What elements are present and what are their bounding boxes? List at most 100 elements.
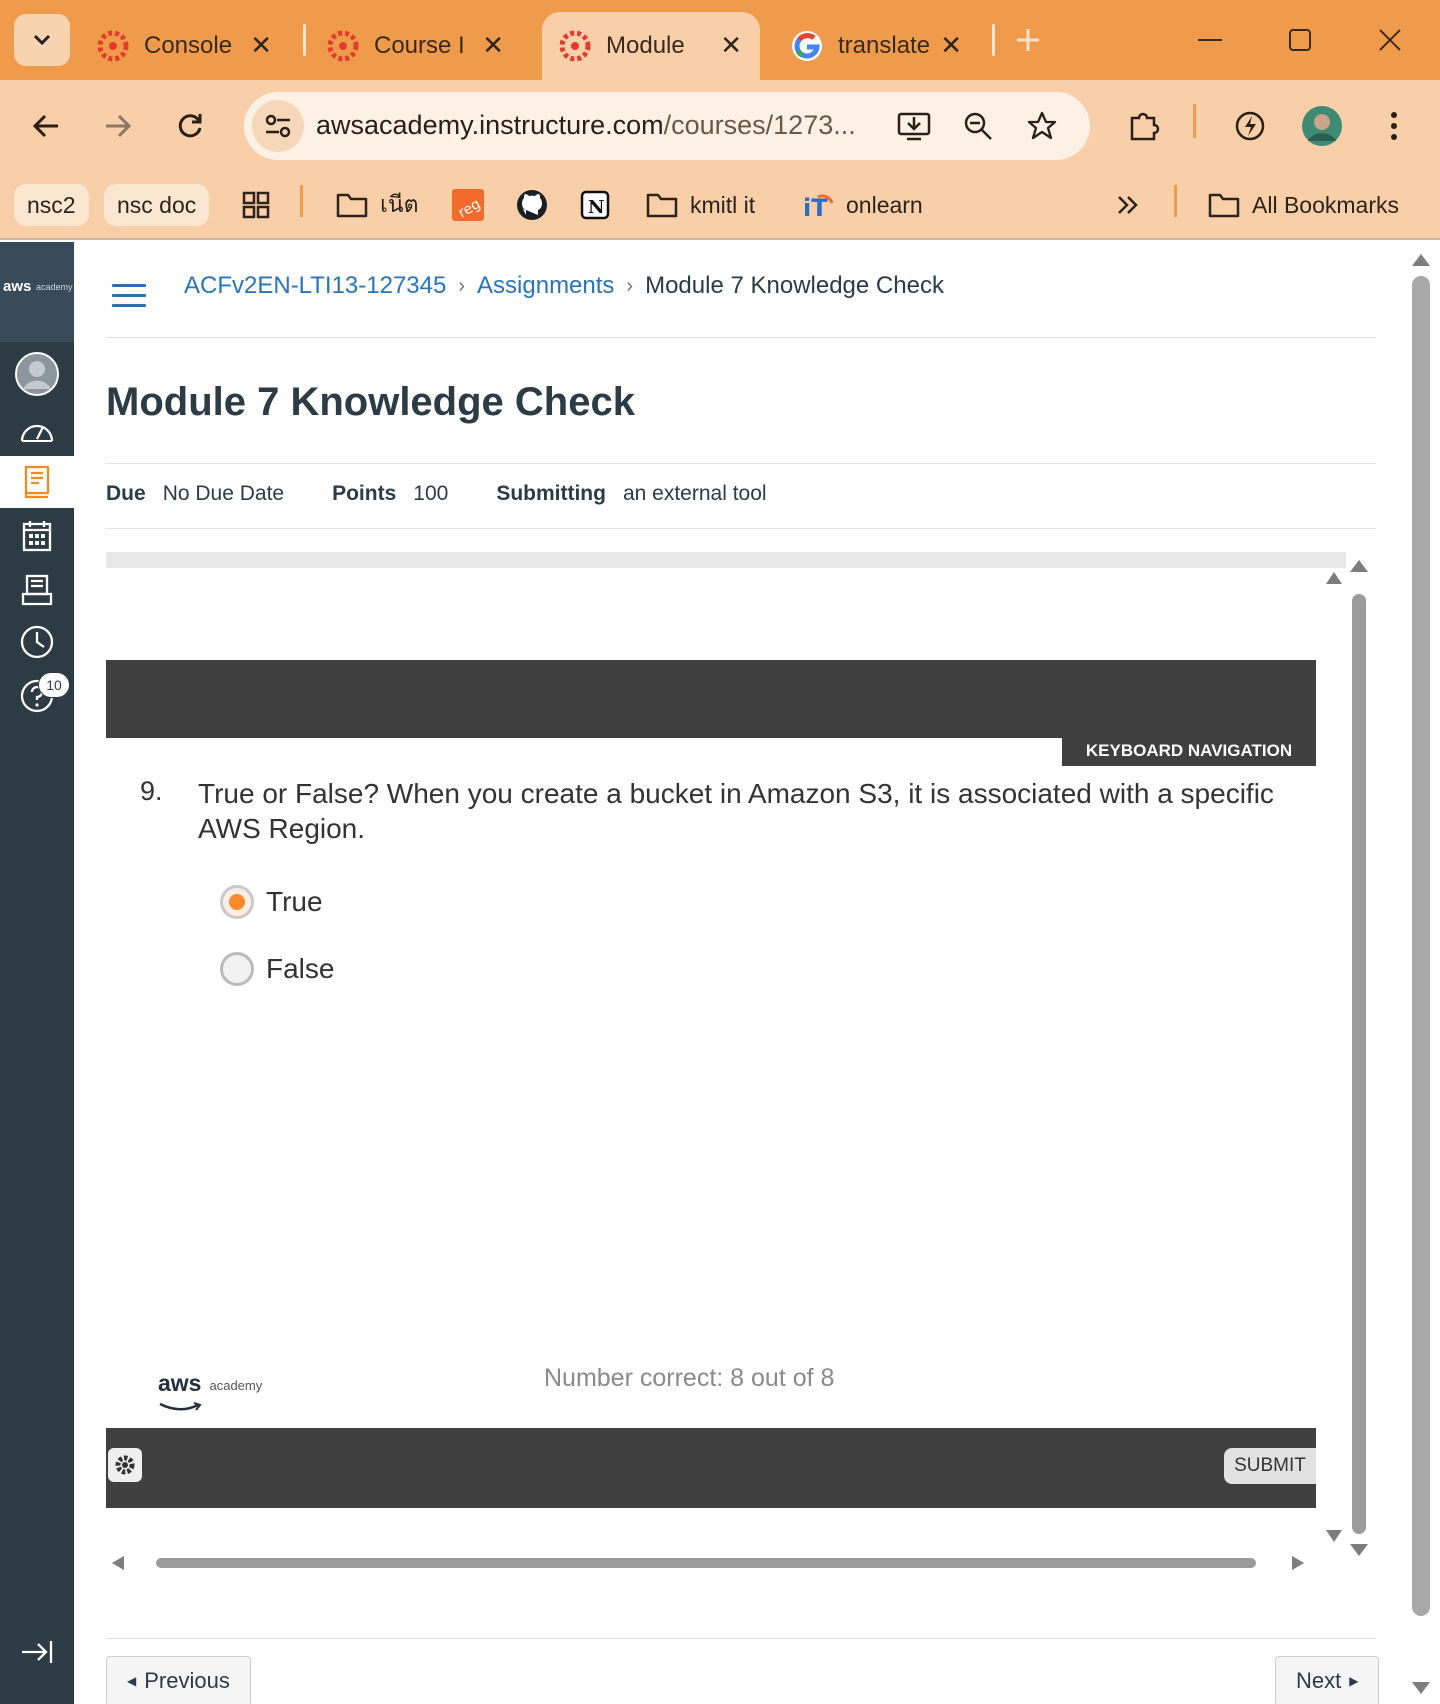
- close-icon[interactable]: ✕: [720, 32, 742, 58]
- question-text: True or False? When you create a bucket …: [198, 778, 1274, 844]
- site-info-button[interactable]: [252, 100, 304, 152]
- zoom-button[interactable]: [958, 106, 998, 146]
- arrow-left-icon: [32, 114, 58, 138]
- scroll-right-arrow-icon[interactable]: [1292, 1556, 1304, 1570]
- footer-aws-text: aws: [158, 1370, 202, 1396]
- bookmark-notion[interactable]: N: [580, 184, 622, 226]
- answer-option-false[interactable]: False: [220, 949, 334, 989]
- bookmark-star-button[interactable]: [1022, 106, 1062, 146]
- caret-right-icon: ▶: [1349, 1674, 1359, 1688]
- more-bookmarks-button[interactable]: [1116, 184, 1152, 226]
- nav-collapse[interactable]: [0, 1626, 74, 1678]
- tab-console[interactable]: Console ✕: [80, 12, 290, 80]
- close-icon[interactable]: ✕: [940, 32, 962, 58]
- horizontal-scrollbar-thumb[interactable]: [156, 1558, 1256, 1568]
- tab-module[interactable]: Module ✕: [542, 12, 760, 80]
- chevron-down-icon: [33, 34, 51, 46]
- scroll-up-arrow-icon[interactable]: [1412, 254, 1430, 266]
- tab-course[interactable]: Course I ✕: [310, 12, 522, 80]
- url-host: awsacademy.instructure.com: [316, 110, 664, 140]
- scroll-left-arrow-icon[interactable]: [112, 1556, 124, 1570]
- reload-button[interactable]: [166, 102, 214, 150]
- tab-search-button[interactable]: [14, 14, 70, 66]
- close-icon[interactable]: ✕: [482, 32, 504, 58]
- next-button[interactable]: Next ▶: [1275, 1656, 1380, 1704]
- extensions-button[interactable]: [1120, 102, 1168, 150]
- new-tab-button[interactable]: [1008, 20, 1048, 60]
- tab-title: translate: [838, 32, 931, 59]
- inbox-icon: [21, 574, 53, 606]
- radio-unselected[interactable]: [220, 952, 254, 986]
- avatar: [1302, 106, 1342, 146]
- nav-account[interactable]: [0, 348, 74, 400]
- frame-scrollbar-thumb[interactable]: [1352, 594, 1366, 1534]
- tab-title: Course I: [374, 32, 465, 59]
- address-bar[interactable]: awsacademy.instructure.com/courses/1273.…: [244, 92, 1090, 160]
- install-icon: [897, 112, 931, 141]
- points-label: Points: [332, 482, 397, 505]
- previous-button[interactable]: ◀ Previous: [106, 1656, 251, 1704]
- more-vert-icon: [1391, 112, 1397, 140]
- divider: [106, 1638, 1376, 1639]
- radio-selected[interactable]: [220, 885, 254, 919]
- aws-academy-logo[interactable]: aws academy: [0, 242, 74, 342]
- notion-icon: N: [580, 190, 610, 220]
- maximize-button[interactable]: [1280, 20, 1320, 60]
- browser-chrome: Console ✕ Course I ✕ Module ✕ translate …: [0, 0, 1440, 240]
- settings-button[interactable]: [108, 1448, 142, 1482]
- forward-button[interactable]: [94, 102, 142, 150]
- scroll-down-arrow-icon[interactable]: [1326, 1530, 1342, 1542]
- page-scrollbar-thumb[interactable]: [1412, 276, 1430, 1616]
- scroll-up-arrow-icon[interactable]: [1326, 572, 1342, 584]
- submitting-value: an external tool: [622, 482, 767, 505]
- close-icon[interactable]: ✕: [250, 32, 272, 58]
- bookmark-folder-neet[interactable]: เนีต: [336, 184, 419, 226]
- window-close-button[interactable]: [1370, 20, 1410, 60]
- puzzle-icon: [1130, 112, 1160, 141]
- performance-button[interactable]: [1226, 102, 1274, 150]
- score-text: Number correct: 8 out of 8: [544, 1364, 835, 1392]
- tab-translate[interactable]: translate ✕: [774, 12, 980, 80]
- course-menu-button[interactable]: [112, 282, 148, 308]
- keyboard-navigation-button[interactable]: KEYBOARD NAVIGATION: [1062, 736, 1316, 766]
- bookmark-github[interactable]: [516, 184, 560, 226]
- submit-button[interactable]: SUBMIT: [1224, 1448, 1316, 1484]
- bookmark-folder-kmitl-it[interactable]: kmitl it: [646, 184, 755, 226]
- bookmark-nsc-doc[interactable]: nsc doc: [104, 184, 210, 226]
- breadcrumb-course-link[interactable]: ACFv2EN-LTI13-127345: [184, 272, 446, 300]
- nav-inbox[interactable]: [0, 564, 74, 616]
- answer-option-true[interactable]: True: [220, 882, 323, 922]
- scroll-up-arrow-icon[interactable]: [1350, 560, 1368, 572]
- minimize-button[interactable]: [1190, 20, 1230, 60]
- url-text[interactable]: awsacademy.instructure.com/courses/1273.…: [316, 110, 856, 141]
- nav-history[interactable]: [0, 616, 74, 668]
- bookmark-apps[interactable]: [242, 184, 282, 226]
- submitting-label: Submitting: [496, 482, 606, 505]
- bookmarks-bar: nsc2 nsc doc เนีต reg N kmitl it iT onle…: [0, 172, 1440, 240]
- bookmark-onlearn[interactable]: iT onlearn: [802, 184, 923, 226]
- divider: [106, 528, 1376, 529]
- it-logo-icon: iT: [803, 194, 834, 221]
- install-app-button[interactable]: [894, 106, 934, 146]
- logo-academy-text: academy: [36, 282, 73, 292]
- browser-menu-button[interactable]: [1370, 102, 1418, 150]
- nav-courses[interactable]: [0, 456, 74, 508]
- bookmark-reg[interactable]: reg: [452, 184, 496, 226]
- nav-dashboard[interactable]: [0, 404, 74, 456]
- scroll-down-arrow-icon[interactable]: [1350, 1544, 1368, 1556]
- folder-icon: [1208, 193, 1240, 218]
- breadcrumb-assignments-link[interactable]: Assignments: [477, 272, 614, 300]
- account-avatar-icon: [15, 352, 59, 396]
- folder-icon: [336, 193, 368, 218]
- back-button[interactable]: [22, 102, 70, 150]
- bookmark-label: nsc doc: [117, 191, 197, 218]
- option-label: True: [266, 886, 323, 917]
- scroll-down-arrow-icon[interactable]: [1412, 1682, 1430, 1694]
- tune-icon: [265, 114, 291, 138]
- all-bookmarks-button[interactable]: All Bookmarks: [1208, 184, 1399, 226]
- profile-button[interactable]: [1298, 102, 1346, 150]
- bookmark-nsc2[interactable]: nsc2: [14, 184, 89, 226]
- breadcrumb: ACFv2EN-LTI13-127345 › Assignments › Mod…: [184, 272, 944, 300]
- chevron-right-icon: ›: [626, 274, 634, 297]
- nav-calendar[interactable]: [0, 510, 74, 562]
